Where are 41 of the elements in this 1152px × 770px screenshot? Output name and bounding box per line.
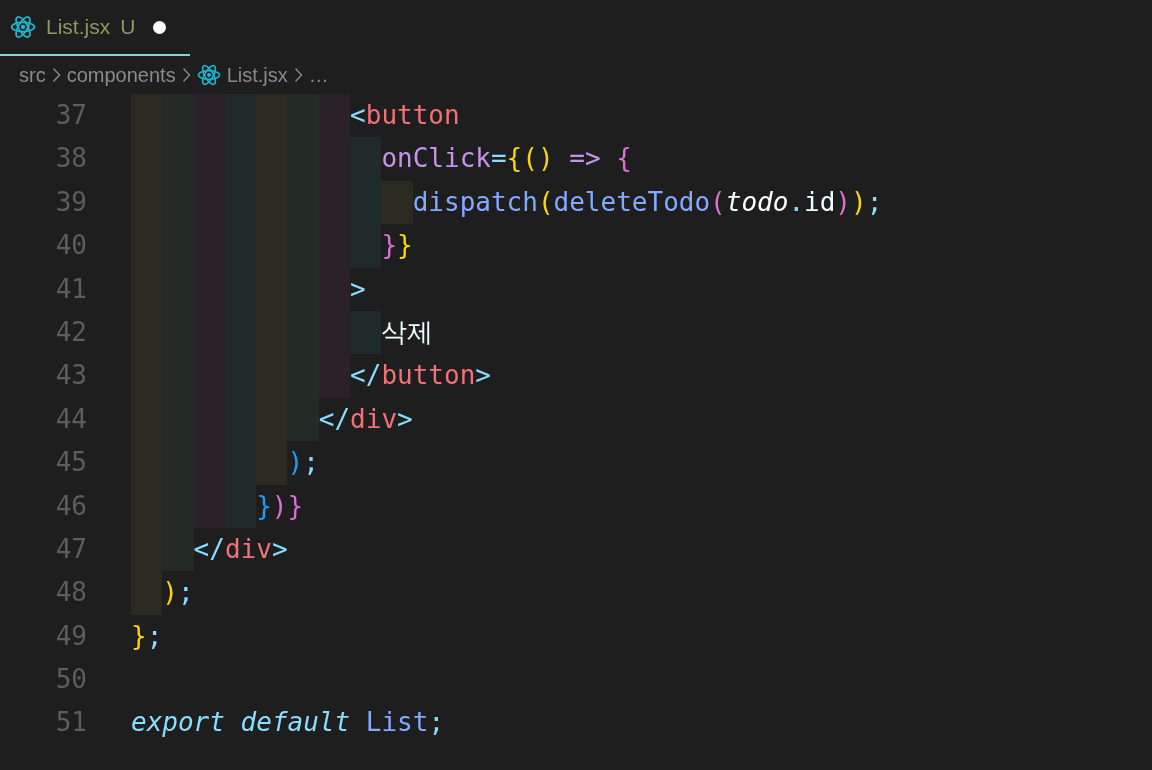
breadcrumb-item[interactable]: components [66, 60, 176, 90]
line-number: 49 [55, 619, 88, 653]
code-line: }; [131, 619, 163, 653]
code-line: })} [256, 489, 304, 523]
line-number: 47 [55, 532, 88, 566]
code-line: onClick={() => { [381, 142, 632, 176]
chevron-right-icon [181, 67, 191, 83]
line-number: 46 [55, 489, 88, 523]
line-number: 41 [55, 272, 88, 306]
code-line: <button [350, 99, 460, 132]
line-number: 44 [55, 402, 88, 436]
code-line: ); [162, 576, 194, 610]
line-number: 42 [55, 315, 88, 349]
breadcrumb-item[interactable]: src [19, 60, 46, 90]
code-line: dispatch(deleteTodo(todo.id)); [412, 185, 883, 219]
breadcrumb-more[interactable]: … [308, 60, 329, 90]
code-line: </div> [318, 402, 413, 436]
line-number: 45 [55, 446, 88, 480]
line-number: 37 [55, 99, 88, 132]
line-number: 48 [55, 576, 88, 610]
code-line: </button> [350, 359, 491, 393]
tab-label: List.jsx [46, 14, 111, 41]
code-line: export default List; [131, 706, 445, 740]
chevron-right-icon [293, 67, 303, 83]
code-line: > [350, 272, 366, 306]
editor-tab[interactable]: List.jsx U [0, 0, 190, 56]
line-number: 43 [55, 359, 88, 393]
line-number: 40 [55, 229, 88, 263]
react-file-icon [10, 14, 36, 40]
code-line: </div> [193, 532, 288, 566]
code-line: 삭제 [381, 315, 434, 349]
breadcrumb-item[interactable]: List.jsx [226, 60, 288, 90]
chevron-right-icon [51, 67, 61, 83]
code-line: }} [381, 229, 413, 263]
line-number: 39 [55, 185, 88, 219]
line-number: 50 [55, 663, 88, 697]
react-file-icon [196, 63, 221, 87]
line-number: 38 [55, 142, 88, 176]
code-line: ); [287, 446, 319, 480]
line-number: 51 [55, 706, 88, 740]
git-status: U [120, 14, 136, 41]
